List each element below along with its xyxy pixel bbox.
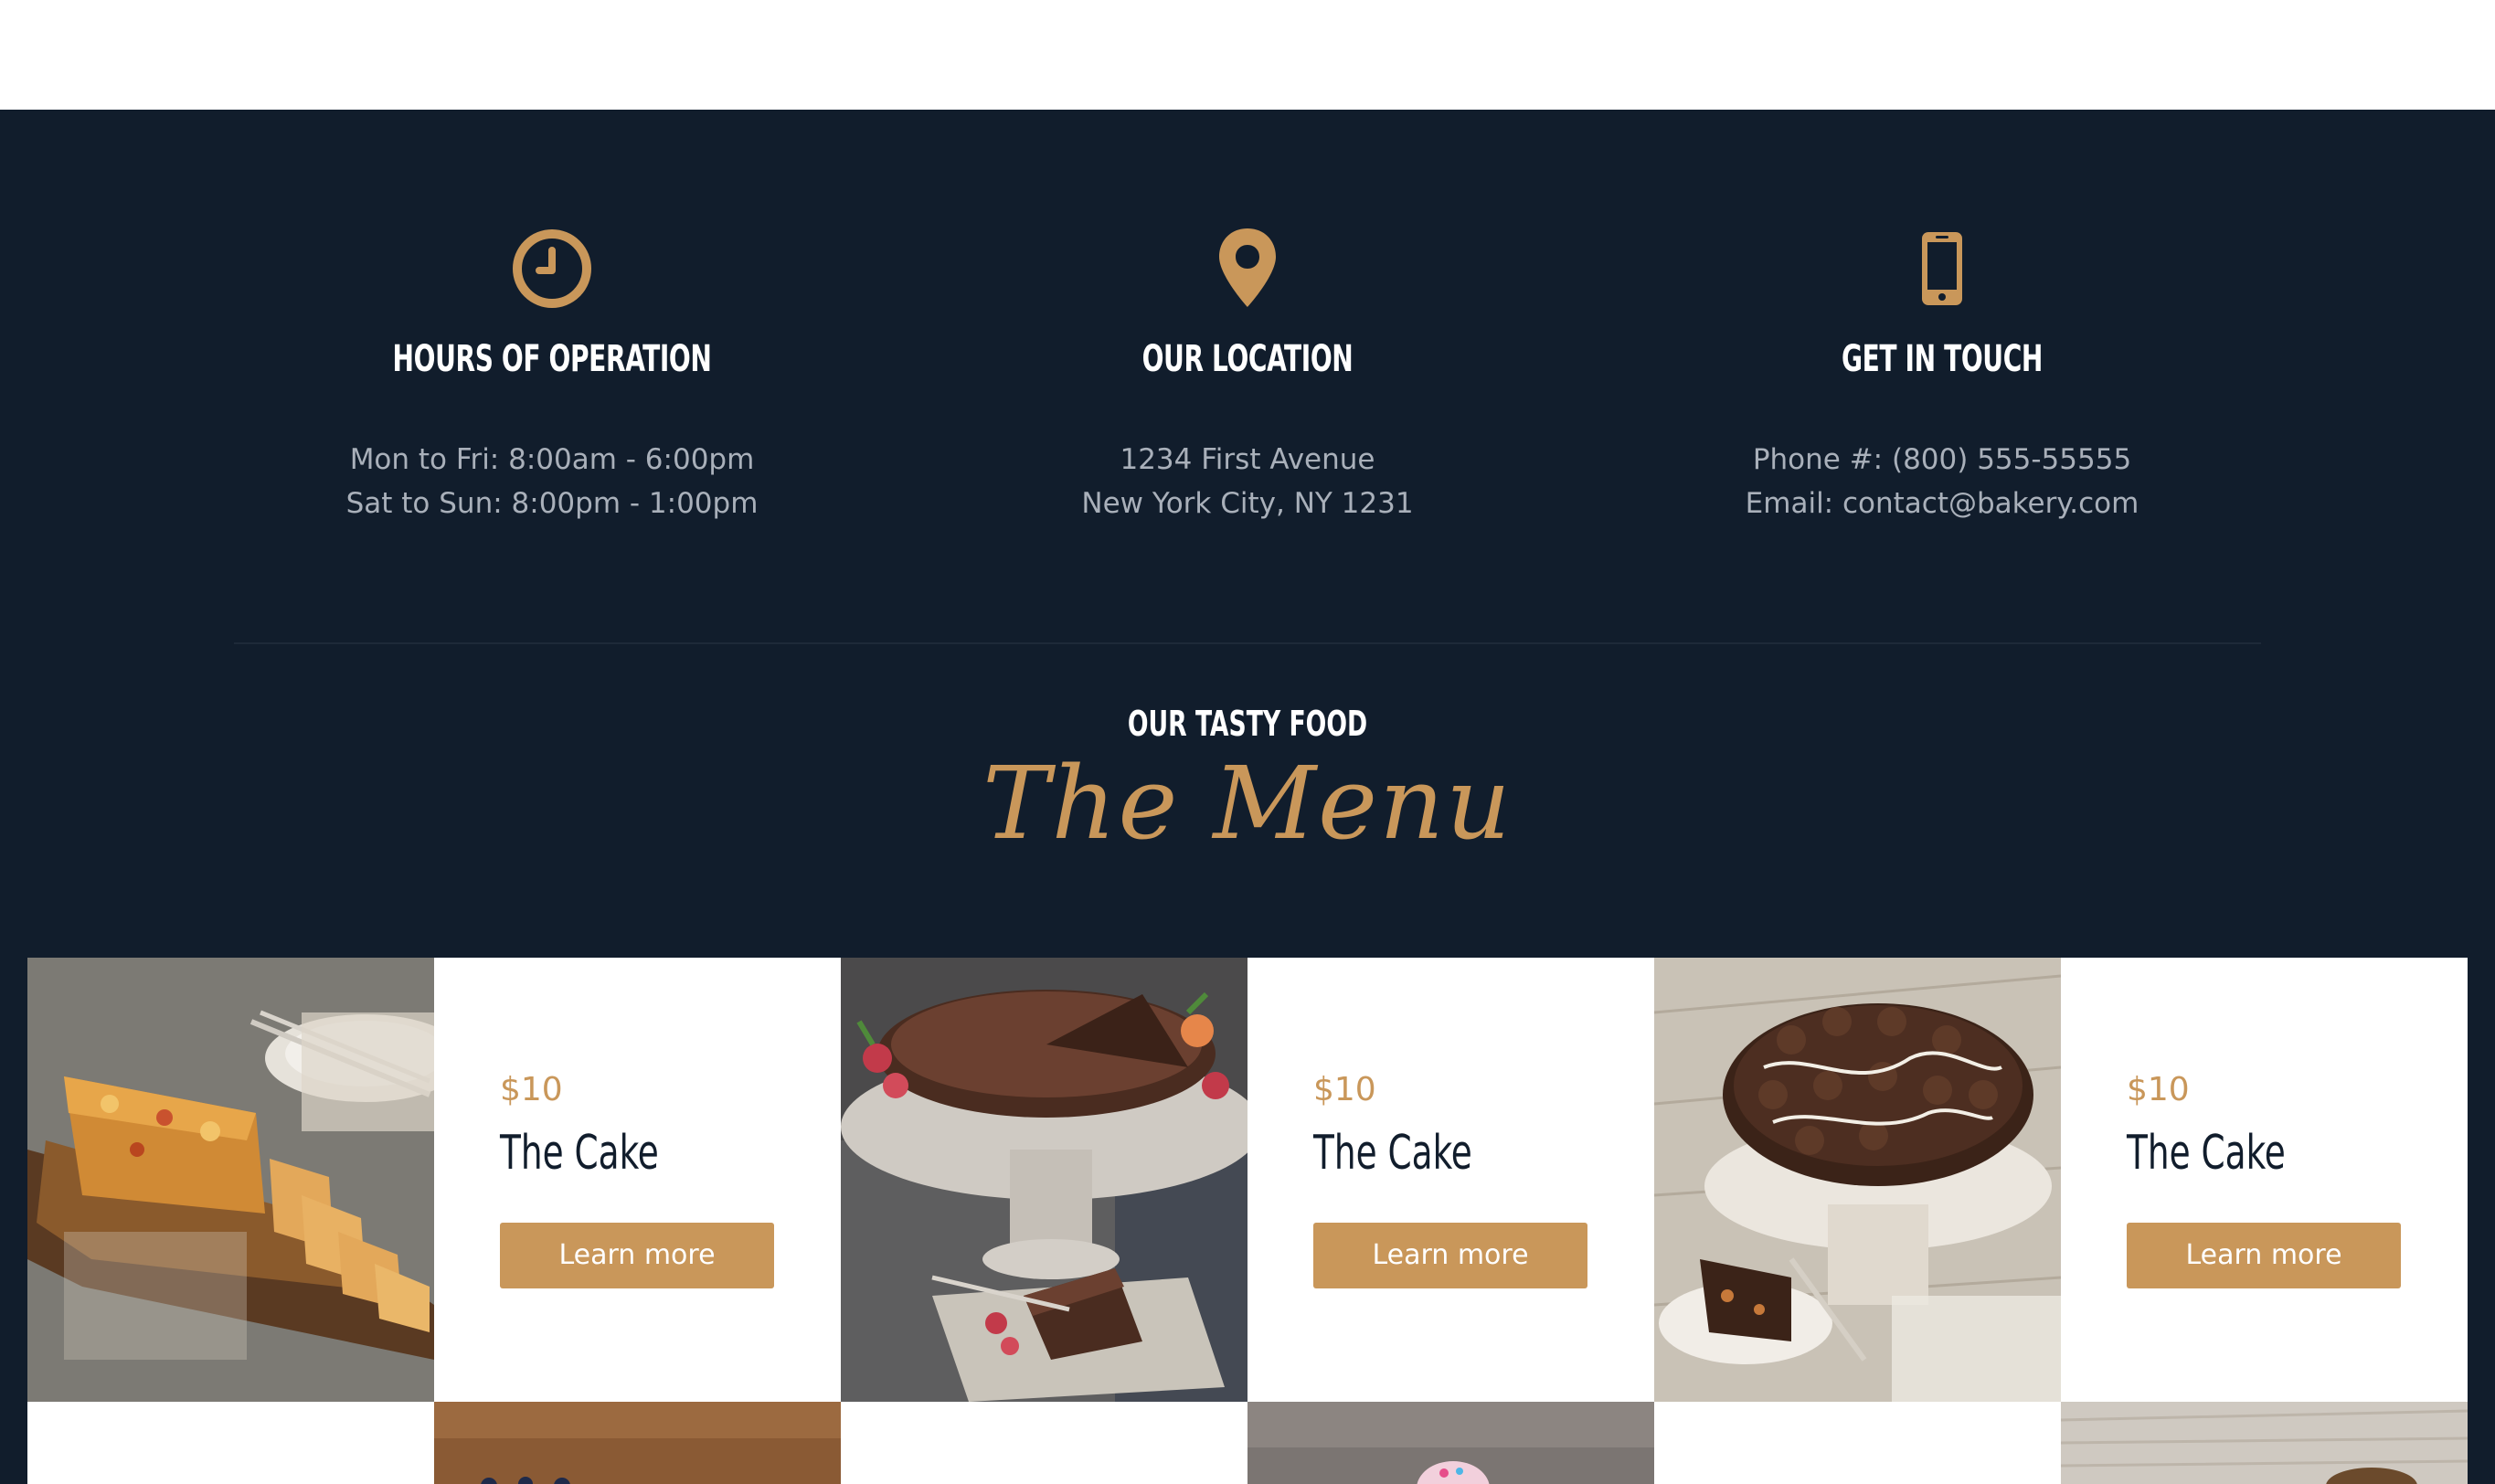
info-line: 1234 First Avenue	[1120, 443, 1375, 476]
menu-item-price: $10	[1313, 1071, 1376, 1108]
top-header-bar	[0, 0, 2495, 110]
learn-more-button[interactable]: Learn more	[1313, 1223, 1587, 1288]
menu-item-name: The Cake	[500, 1126, 659, 1181]
menu-item-card: $10 The Cake Learn more	[1248, 958, 1654, 1402]
info-heading: OUR LOCATION	[1141, 338, 1354, 380]
info-line: New York City, NY 1231	[1081, 487, 1414, 520]
menu-item-image	[1248, 1402, 1654, 1484]
menu-title: The Menu	[982, 745, 1513, 862]
menu-item-card	[1654, 1402, 2061, 1484]
menu-item-price: $10	[500, 1071, 563, 1108]
menu-item-image	[841, 958, 1248, 1402]
menu-item-image	[27, 958, 434, 1402]
menu-item-card: $10 The Cake Learn more	[434, 958, 841, 1402]
learn-more-button[interactable]: Learn more	[500, 1223, 774, 1288]
menu-item-name: The Cake	[2127, 1126, 2286, 1181]
section-divider	[234, 642, 2261, 644]
info-line: Mon to Fri: 8:00am - 6:00pm	[349, 443, 755, 476]
hours-of-operation-block: HOURS OF OPERATION Mon to Fri: 8:00am - …	[205, 110, 899, 567]
info-line: Email: contact@bakery.com	[1745, 487, 2139, 520]
menu-item-image	[434, 1402, 841, 1484]
location-block: OUR LOCATION 1234 First Avenue New York …	[900, 110, 1595, 567]
info-heading: HOURS OF OPERATION	[392, 338, 712, 380]
menu-item-price: $10	[2127, 1071, 2190, 1108]
menu-item-card: $10 The Cake Learn more	[2061, 958, 2468, 1402]
info-heading: GET IN TOUCH	[1841, 338, 2044, 380]
map-pin-icon	[1202, 223, 1293, 314]
menu-item-name: The Cake	[1313, 1126, 1472, 1181]
smartphone-icon	[1896, 223, 1988, 314]
info-line: Phone #: (800) 555-55555	[1752, 443, 2132, 476]
info-line: Sat to Sun: 8:00pm - 1:00pm	[345, 487, 759, 520]
menu-subtitle: OUR TASTY FOOD	[1127, 704, 1368, 744]
contact-block: GET IN TOUCH Phone #: (800) 555-55555 Em…	[1595, 110, 2289, 567]
menu-item-image	[2061, 1402, 2468, 1484]
menu-grid: $10 The Cake Learn more $10 The Cake Lea…	[27, 958, 2468, 1484]
menu-item-image	[1654, 958, 2061, 1402]
menu-item-card	[841, 1402, 1248, 1484]
learn-more-button[interactable]: Learn more	[2127, 1223, 2401, 1288]
menu-item-card	[27, 1402, 434, 1484]
clock-icon	[506, 223, 598, 314]
